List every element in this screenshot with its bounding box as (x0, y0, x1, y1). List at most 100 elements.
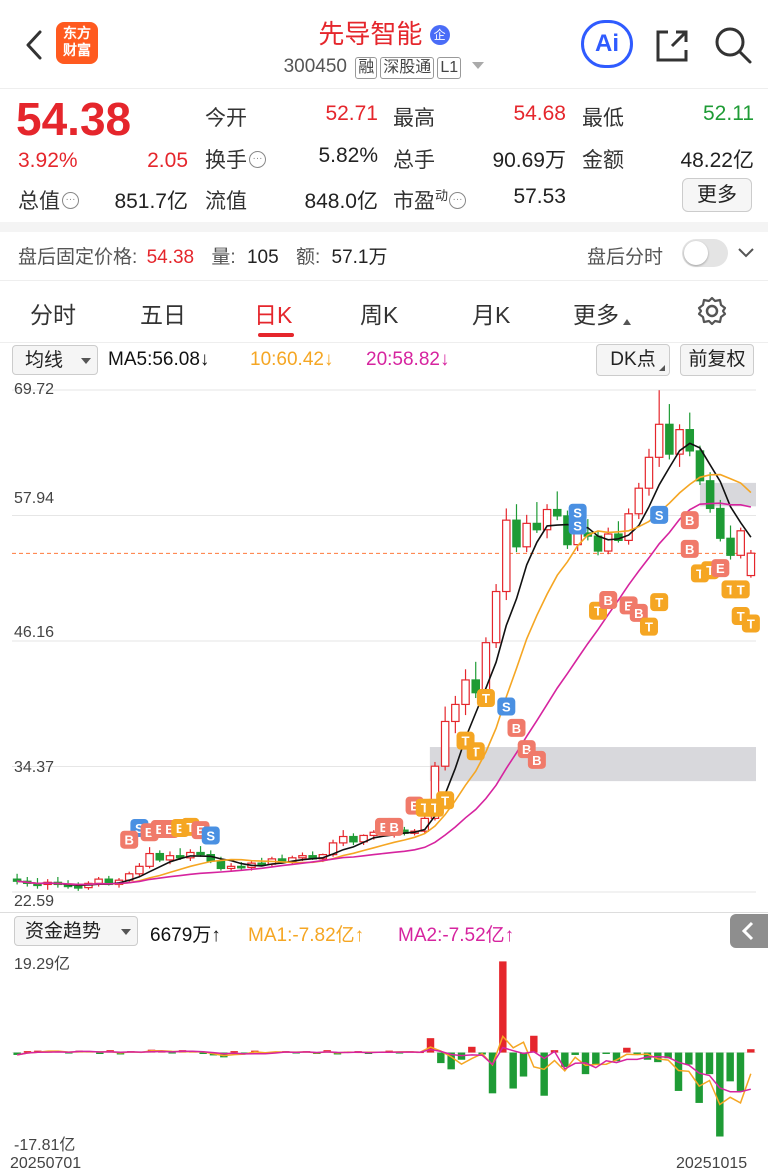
fund-indicator-select[interactable]: 资金趋势 (14, 916, 138, 946)
low-value: 52.11 (703, 102, 754, 125)
total-value: 851.7亿 (114, 190, 188, 213)
volume-label: 总手 (393, 149, 435, 172)
open-label: 今开 (205, 107, 247, 130)
after-hours-toggle-label: 盘后分时 (587, 247, 664, 268)
signal-marker-label: B (512, 721, 521, 736)
candle-body (257, 862, 266, 866)
stock-name: 先导智能 (318, 19, 423, 49)
dropdown-caret-icon[interactable] (472, 62, 485, 69)
signal-marker-label: B (685, 542, 694, 557)
candle-body (552, 508, 562, 517)
tab-five-day[interactable]: 五日 (140, 296, 186, 330)
candle-body (451, 703, 460, 723)
total-value-label: 总值 ··· (18, 185, 79, 215)
open-value: 52.71 (325, 102, 378, 125)
after-hours-toggle[interactable] (682, 239, 728, 267)
fund-flow-bar (168, 1052, 176, 1054)
tab-monthly-k[interactable]: 月K (472, 296, 510, 330)
float-value-label: 流值 (205, 190, 247, 213)
fund-flow-bar (96, 1052, 104, 1054)
signal-marker-label: T (747, 616, 755, 631)
fund-flow-chart[interactable] (0, 948, 768, 1152)
candle-body (135, 865, 144, 875)
fund-flow-bar (726, 1052, 734, 1082)
tag-connect: 深股通 (380, 57, 435, 79)
candle-body (532, 522, 542, 531)
fund-flow-bar (674, 1052, 683, 1091)
ai-button[interactable]: Ai (581, 20, 633, 68)
price-axis-label: 22.59 (14, 893, 55, 910)
signal-marker-label: B (389, 820, 398, 835)
signal-marker-label: T (645, 620, 653, 635)
candle-body (491, 590, 501, 644)
candlestick-chart[interactable]: SB B E B E T E SE BE T T TSBBBSSTTTTB E BTTS BBT T ET TT T (0, 378, 768, 912)
signal-marker-label: S (502, 700, 511, 715)
candle-body (196, 851, 205, 856)
info-icon[interactable]: ··· (62, 192, 79, 209)
amount-value: 48.22亿 (680, 149, 754, 172)
fund-axis-max: 19.29亿 (14, 956, 71, 973)
share-icon[interactable] (652, 26, 692, 66)
tab-daily-k[interactable]: 日K (254, 296, 292, 330)
price-axis-label: 34.37 (14, 759, 55, 776)
info-icon[interactable]: ··· (449, 192, 467, 209)
ai-label: Ai (595, 30, 619, 57)
candle-body (522, 522, 531, 548)
tab-intraday[interactable]: 分时 (30, 296, 76, 330)
collapse-panel-button[interactable] (730, 914, 768, 948)
signal-marker-label: B (532, 753, 541, 768)
candle-body (145, 852, 154, 867)
more-button[interactable]: 更多 (682, 178, 752, 212)
fund-flow-bar (509, 1052, 517, 1089)
candle-body (593, 535, 603, 552)
pe-value: 57.53 (513, 185, 566, 208)
adjust-button[interactable]: 前复权 (680, 344, 754, 376)
candle-body (298, 855, 307, 859)
signal-marker-label: T (737, 582, 745, 597)
signal-marker-label: T (655, 595, 663, 610)
section-gap (0, 222, 768, 232)
volume-value: 90.69万 (492, 149, 566, 172)
fund-flow-bar (602, 1052, 610, 1054)
price-axis-label: 46.16 (14, 624, 55, 641)
signal-marker-label: T (462, 734, 470, 749)
signal-marker-label: T (482, 691, 490, 706)
chevron-down-icon[interactable] (736, 244, 756, 262)
candle-body (481, 642, 491, 694)
fund-ma1-line (17, 1034, 752, 1106)
price-axis-label: 57.94 (14, 490, 55, 507)
candle-body (685, 429, 695, 452)
candle-body (338, 835, 348, 844)
enterprise-badge: 企 (429, 25, 450, 45)
after-hours-price: 54.38 (146, 247, 195, 268)
signal-marker-label: B (125, 833, 134, 848)
indicator-select[interactable]: 均线 (12, 345, 98, 375)
candle-body (349, 835, 358, 843)
info-icon[interactable]: ··· (249, 151, 266, 168)
settings-gear-icon[interactable] (697, 296, 727, 326)
ma5-value: MA5:56.08↓ (108, 349, 210, 370)
tag-level: L1 (437, 57, 462, 79)
tag-margin: 融 (355, 57, 378, 79)
after-hours-row: 盘后固定价格: 54.38 量: 105 额: 57.1万 (18, 247, 388, 268)
fund-flow-bar (716, 1052, 724, 1137)
fund-value: 6679万↑ (150, 925, 221, 946)
tab-more[interactable]: 更多 (573, 296, 631, 330)
turnover-label: 换手 ··· (205, 144, 266, 174)
signal-marker-label: S (655, 508, 664, 523)
candle-body (216, 860, 226, 870)
signal-marker-label: S (573, 506, 582, 521)
search-icon[interactable] (712, 24, 754, 66)
candle-body (502, 519, 511, 593)
candle-body (665, 423, 674, 455)
candle-body (165, 855, 175, 861)
fund-flow-bar (685, 1052, 693, 1065)
amount-label: 金额 (582, 149, 624, 172)
top-bar: 东方 财富 先导智能 企 300450 融深股通 L1 Ai (0, 0, 768, 88)
candle-body (644, 456, 654, 489)
tab-weekly-k[interactable]: 周K (360, 296, 398, 330)
fund-flow-bar (705, 1052, 714, 1075)
dk-point-button[interactable]: DK点 (596, 344, 670, 376)
fund-ma1: MA1:-7.82亿↑ (248, 925, 365, 946)
float-value: 848.0亿 (304, 190, 378, 213)
